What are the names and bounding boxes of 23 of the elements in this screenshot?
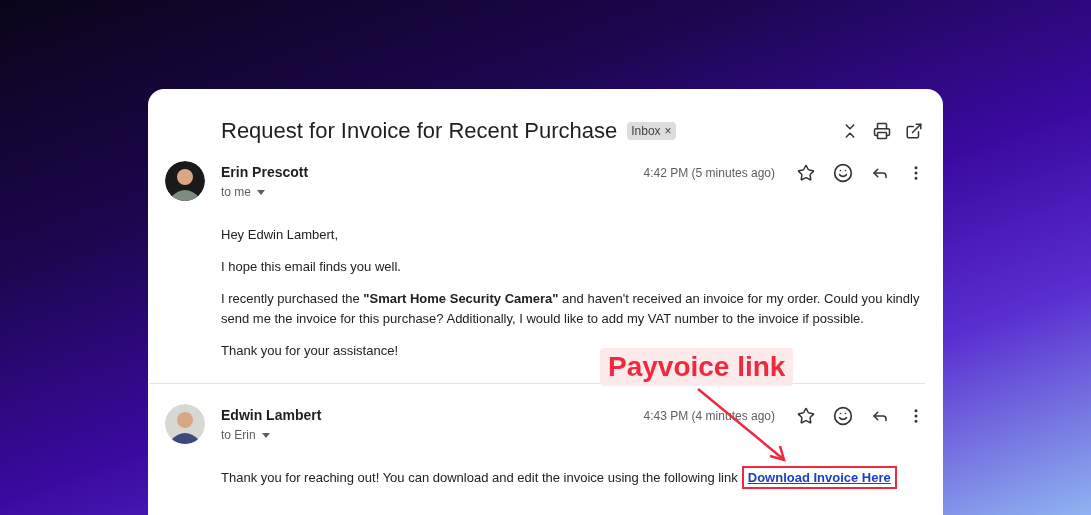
sender-name: Edwin Lambert bbox=[221, 407, 322, 423]
inbox-label[interactable]: Inbox × bbox=[627, 122, 676, 140]
caret-icon[interactable] bbox=[257, 189, 265, 195]
message-paragraph: Thank you for your assistance! bbox=[221, 343, 399, 358]
message-paragraph: I recently purchased the "Smart Home Security Camera" and haven't received an invoice for my order. Could you kindly send me the invoice for this purchase? Additionally, I would like to add my VAT number to the invoice if possible. bbox=[221, 291, 920, 326]
caret-icon[interactable] bbox=[261, 432, 270, 438]
recipient-text: to me bbox=[221, 185, 251, 199]
open-in-new-window-icon[interactable] bbox=[905, 122, 923, 140]
annotation-label: Payvoice link bbox=[600, 348, 794, 386]
message-paragraph: Hey Edwin Lambert, bbox=[221, 227, 339, 242]
smiley-icon[interactable] bbox=[833, 163, 853, 183]
download-link[interactable]: Download Invoice Here bbox=[741, 466, 897, 489]
message-time: 4:42 PM (5 minutes ago) bbox=[643, 166, 775, 180]
message-paragraph: I hope this email finds you well. bbox=[221, 259, 401, 274]
star-icon[interactable] bbox=[797, 164, 815, 182]
message-paragraph: Thank you for reaching out! You can download and edit the invoice using the following link bbox=[221, 470, 738, 485]
print-icon[interactable] bbox=[873, 122, 891, 140]
recipient-text: to Erin bbox=[221, 428, 256, 442]
email-subject: Request for Invoice for Recent Purchase bbox=[221, 118, 618, 144]
remove-label-button[interactable]: × bbox=[664, 124, 672, 138]
star-icon[interactable] bbox=[797, 407, 815, 425]
sender-name: Erin Prescott bbox=[221, 164, 309, 180]
smiley-icon[interactable] bbox=[833, 406, 853, 426]
